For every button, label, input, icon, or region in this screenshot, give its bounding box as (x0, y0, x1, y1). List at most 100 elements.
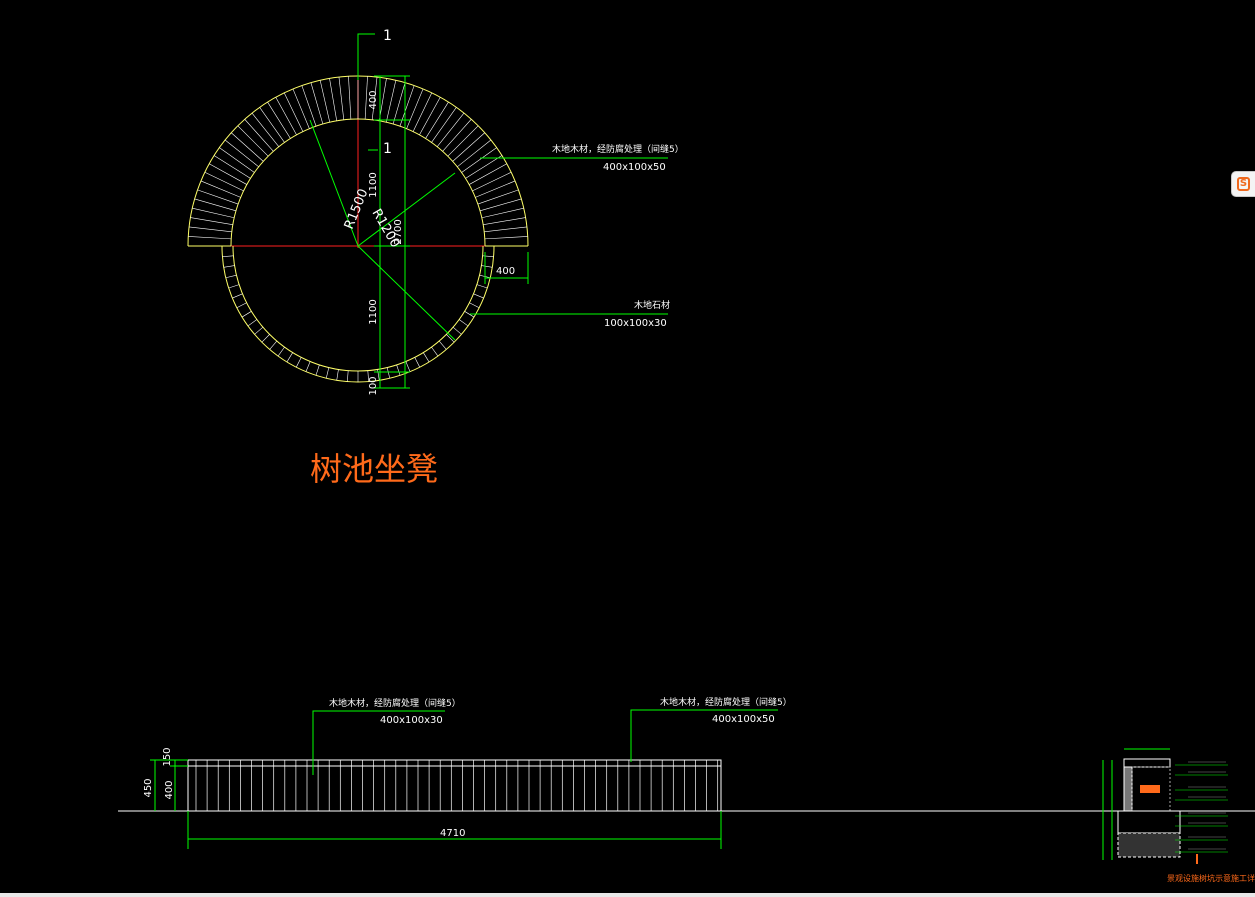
bottom-status-strip (0, 893, 1255, 897)
stone-block-joint (396, 364, 401, 376)
bench-slat (412, 92, 433, 132)
callout-1-line2: 400x100x50 (603, 162, 666, 173)
stone-block-joint (482, 255, 494, 257)
bench-slat (219, 147, 255, 173)
bench-slat (348, 76, 352, 120)
bench-slat (479, 198, 522, 212)
section-mark-label: 1 (383, 28, 392, 44)
stone-block-joint (223, 265, 235, 268)
bench-slat (425, 101, 449, 139)
elev-dim-400: 400 (164, 780, 175, 799)
stone-block-joint (386, 367, 391, 379)
stone-block-joint (232, 293, 243, 299)
detail-gravel (1117, 832, 1181, 858)
elev-dim-150: 150 (162, 747, 173, 766)
stone-block-joint (336, 369, 339, 381)
stone-block-joint (481, 265, 493, 268)
bench-slat (190, 217, 233, 226)
bench-slat (472, 171, 512, 192)
bench-slat (224, 139, 259, 168)
stone-block-joint (247, 319, 258, 327)
bench-slat (231, 132, 264, 162)
bench-slat (385, 80, 397, 123)
bench-slat (213, 155, 251, 179)
bench-slat (469, 163, 507, 185)
detail-foundation (1117, 810, 1181, 834)
stone-block-joint (315, 364, 320, 376)
bench-slat (392, 82, 406, 125)
bench-slat (189, 226, 232, 233)
section-detail: 景观设施树坑示意施工详图1 (1102, 748, 1255, 883)
bench-slat (192, 207, 235, 219)
bench-slat (244, 119, 274, 152)
stone-block-joint (476, 284, 488, 289)
bench-slat (477, 189, 519, 205)
bench-slat (259, 107, 285, 143)
stone-block-joint (236, 302, 247, 309)
elev-dim-450: 450 (143, 778, 154, 797)
stone-block-joint (222, 255, 234, 257)
bench-slat (319, 80, 331, 123)
bench-slat (457, 139, 492, 168)
detail-caption: 景观设施树坑示意施工详图1 (1167, 873, 1255, 883)
dim-text-1100-lower: 1100 (368, 299, 379, 324)
bench-slat (188, 236, 232, 240)
stone-block-joint (325, 367, 330, 379)
stone-block-joint (405, 361, 411, 372)
bench-slat (483, 217, 526, 226)
bench-slat (461, 147, 497, 173)
elev-callout-1-line1: 木地木材，经防腐处理（间缝5） (329, 697, 461, 709)
bench-slat (301, 85, 317, 127)
bench-slat (275, 97, 297, 135)
bench-slat (292, 88, 310, 129)
stone-block-joint (269, 340, 278, 350)
bench-slat (447, 125, 479, 157)
bench-slat (209, 163, 247, 185)
stone-block-joint (347, 370, 349, 382)
elev-dim-4710: 4710 (440, 828, 465, 839)
elev-callout-1-line2: 400x100x30 (380, 715, 443, 726)
radius-line-lower (357, 245, 456, 341)
bench-slat (329, 78, 338, 121)
elev-callout-2-line2: 400x100x50 (712, 714, 775, 725)
bench-slat (481, 207, 524, 219)
stone-ring-outer (221, 245, 495, 383)
detail-orange-label (1140, 785, 1160, 793)
stone-block-joint (286, 352, 293, 363)
detail-seat-cap (1123, 758, 1171, 768)
app-logo-icon: S (1237, 177, 1250, 191)
bench-slat (406, 88, 424, 129)
bench-slat (310, 82, 324, 125)
stone-block-joint (261, 334, 270, 343)
callout-2-line1: 木地石材 (634, 299, 670, 311)
bench-slat (484, 236, 528, 240)
stone-block-joint (228, 284, 240, 289)
stone-block-joint (295, 357, 302, 368)
stone-block-joint (473, 293, 484, 299)
stone-block-joint (241, 311, 252, 318)
bench-slat (194, 198, 237, 212)
bench-slat (465, 155, 503, 179)
stone-block-joint (452, 326, 462, 335)
bench-slat (283, 92, 304, 132)
elevation-slats (195, 760, 719, 811)
bench-slat (267, 101, 291, 139)
stone-block-joint (431, 346, 439, 357)
dim-text-400-top: 400 (368, 90, 379, 109)
callout-2-line2: 100x100x30 (604, 318, 667, 329)
bench-slat (237, 125, 269, 157)
bench-slat (419, 97, 441, 135)
stone-block-joint (423, 352, 430, 363)
bench-slat (431, 107, 457, 143)
bench-slat (484, 226, 527, 233)
drawing-title: 树池坐凳 (310, 450, 438, 488)
stone-block-joint (414, 357, 421, 368)
stone-ring-inner (232, 245, 484, 372)
cad-drawing-canvas: 1 1 400 1100 2700 1100 100 R1500 R1200 4… (118, 28, 1255, 883)
floating-side-button[interactable]: S (1231, 171, 1255, 197)
bench-slat (475, 180, 516, 198)
elev-callout-2-line1: 木地木材，经防腐处理（间缝5） (660, 696, 792, 708)
section-mark-label-inner: 1 (383, 141, 392, 157)
section-mark-top (357, 33, 375, 80)
callout-1-line1: 木地木材，经防腐处理（间缝5） (552, 143, 684, 155)
